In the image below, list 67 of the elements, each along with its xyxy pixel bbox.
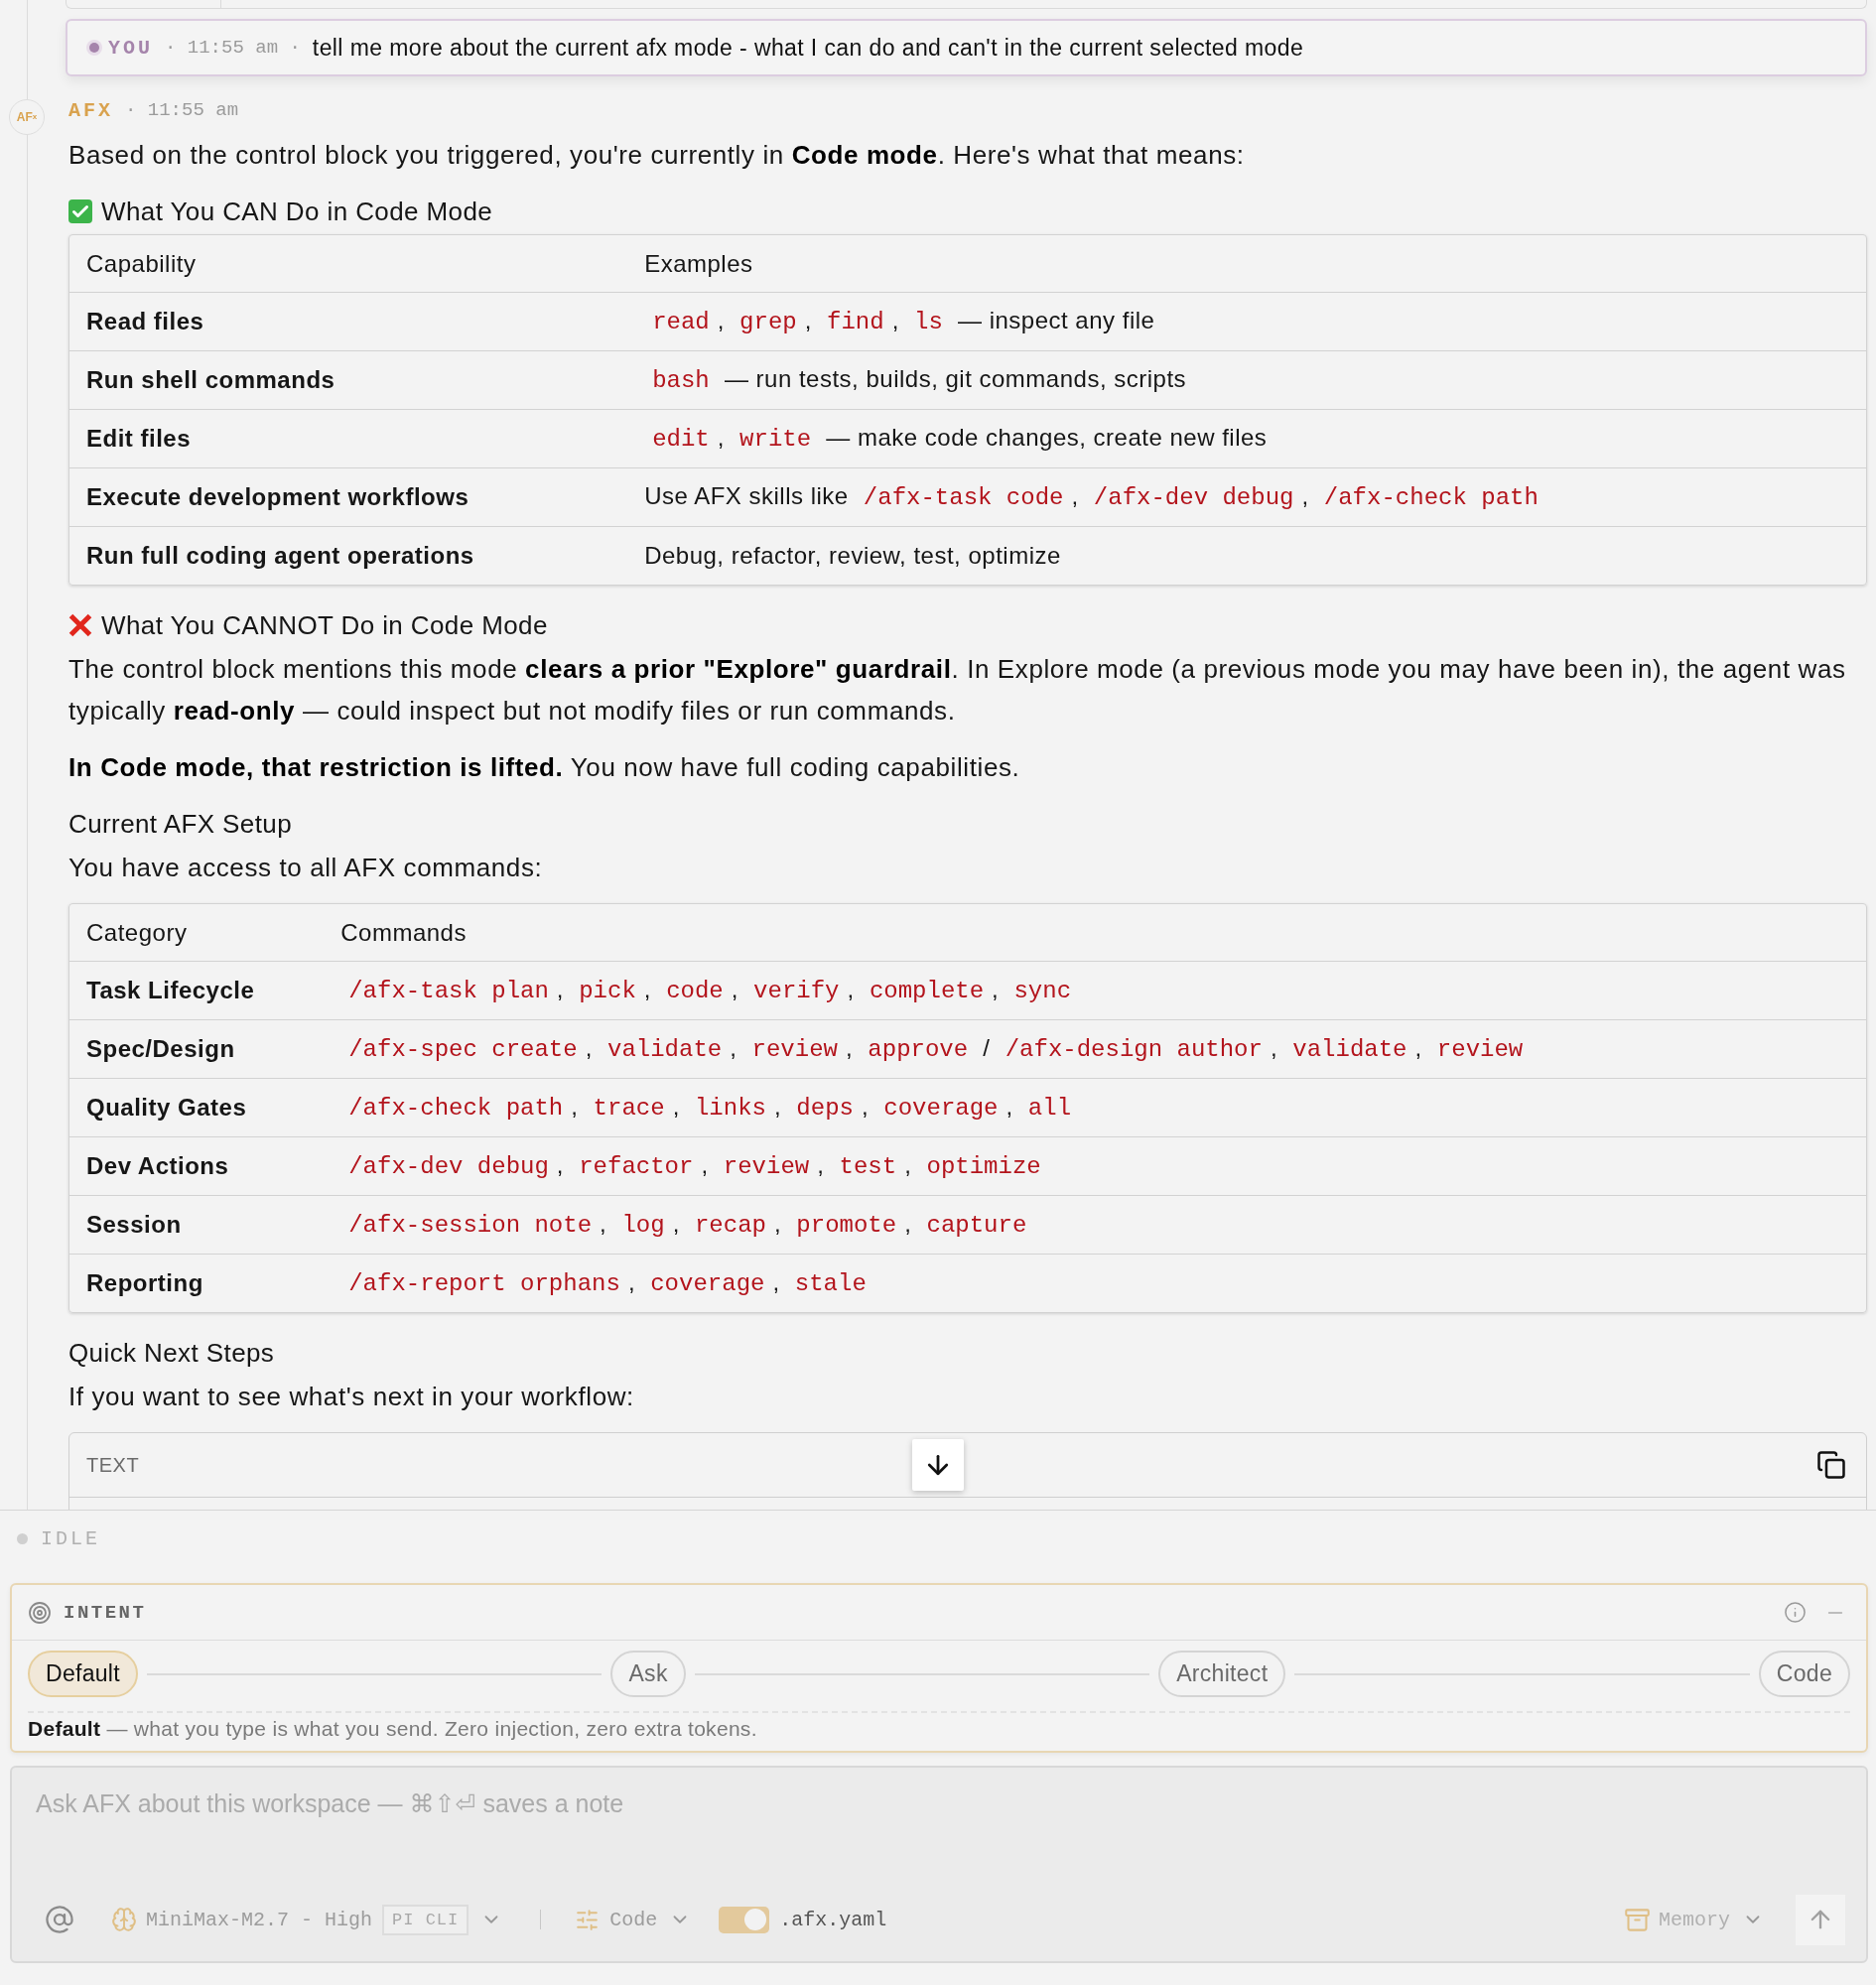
table-cell: Reporting bbox=[69, 1254, 325, 1312]
target-icon bbox=[28, 1600, 52, 1625]
dot-icon bbox=[86, 40, 102, 56]
author-label: AFX bbox=[68, 98, 113, 122]
mode-pill[interactable]: Default bbox=[28, 1651, 138, 1697]
scroll-down-button[interactable] bbox=[912, 1439, 964, 1491]
column-header: Examples bbox=[643, 248, 754, 279]
message-text: You have access to all AFX commands: bbox=[68, 852, 544, 884]
mode-pill[interactable]: Ask bbox=[610, 1651, 686, 1697]
info-icon[interactable] bbox=[1784, 1601, 1807, 1624]
table-cell: /afx-report orphans , coverage , stale bbox=[324, 1254, 1866, 1312]
message-text: Based on the control block you triggered, you're currently in Code mode. Here's what that means: bbox=[68, 139, 1246, 172]
model-badge: PI CLI bbox=[382, 1904, 469, 1935]
table-cell: edit , write — make code changes, create new files bbox=[627, 409, 1866, 467]
table-cell: /afx-check path , trace , links , deps , coverage , all bbox=[324, 1078, 1866, 1136]
section-heading: What You CANNOT Do in Code Mode bbox=[101, 609, 548, 642]
check-icon bbox=[68, 199, 92, 223]
code-language-label: TEXT bbox=[86, 1453, 140, 1477]
table-cell: Session bbox=[69, 1195, 325, 1254]
toggle-switch[interactable] bbox=[719, 1906, 770, 1933]
table-cell: /afx-session note , log , recap , promote , capture bbox=[324, 1195, 1866, 1254]
table-cell: Use AFX skills like /afx-task code , /afx-dev debug , /afx-check path bbox=[627, 467, 1866, 526]
archive-icon bbox=[1624, 1906, 1651, 1933]
section-heading: Current AFX Setup bbox=[68, 808, 293, 841]
table-cell: Edit files bbox=[69, 409, 628, 467]
table-cell: Run shell commands bbox=[69, 350, 628, 409]
message-text: tell me more about the current afx mode - what I can do and can't in the current selected mode bbox=[312, 34, 1304, 62]
send-button[interactable] bbox=[1796, 1894, 1845, 1945]
table-cell: read , grep , find , ls — inspect any file bbox=[627, 292, 1866, 350]
timestamp: · 11:55 am bbox=[125, 99, 239, 121]
message-text: The control block mentions this mode clears a prior "Explore" guardrail. In Explore mode (a previous mode you may have been in), the agent was typically read-only — could inspect but not modify files or run commands. bbox=[68, 653, 1847, 728]
table-cell: Spec/Design bbox=[69, 1019, 325, 1078]
status-label: IDLE bbox=[41, 1526, 100, 1550]
avatar: AF$^{x}$ bbox=[9, 99, 45, 135]
mode-description: Default — what you type is what you send. Zero injection, zero extra tokens. bbox=[28, 1711, 1850, 1751]
table-cell: Debug, refactor, review, test, optimize bbox=[627, 526, 1866, 585]
timestamp: · 11:55 am · bbox=[165, 37, 301, 59]
table-cell: /afx-task plan , pick , code , verify , complete , sync bbox=[324, 961, 1866, 1019]
panel-title: INTENT bbox=[64, 1601, 147, 1624]
table-cell: Execute development workflows bbox=[69, 467, 628, 526]
table-cell: /afx-spec create , validate , review , approve / /afx-design author , validate , review bbox=[324, 1019, 1866, 1078]
table-cell: Read files bbox=[69, 292, 628, 350]
message-text: In Code mode, that restriction is lifted. You now have full coding capabilities. bbox=[68, 751, 1021, 784]
mention-icon[interactable] bbox=[45, 1905, 74, 1934]
config-file-label: .afx.yaml bbox=[779, 1908, 887, 1931]
message-input[interactable]: Ask AFX about this workspace — ⌘⇧⏎ saves a note bbox=[12, 1768, 1866, 1894]
sliders-icon bbox=[575, 1907, 601, 1932]
table-cell: Task Lifecycle bbox=[69, 961, 325, 1019]
section-heading: Quick Next Steps bbox=[68, 1337, 275, 1370]
table-cell: /afx-dev debug , refactor , review , test , optimize bbox=[324, 1136, 1866, 1195]
mode-pill[interactable]: Code bbox=[1758, 1651, 1850, 1697]
status-dot-icon bbox=[17, 1532, 28, 1544]
table-cell: Quality Gates bbox=[69, 1078, 325, 1136]
column-header: Category bbox=[85, 917, 189, 948]
table-cell: Run full coding agent operations bbox=[69, 526, 628, 585]
message-text: If you want to see what's next in your workflow: bbox=[68, 1381, 635, 1413]
mode-pill[interactable]: Architect bbox=[1158, 1651, 1286, 1697]
author-label: YOU bbox=[108, 36, 153, 60]
cross-icon bbox=[68, 613, 92, 637]
table-cell: bash — run tests, builds, git commands, scripts bbox=[627, 350, 1866, 409]
copy-icon[interactable] bbox=[1816, 1450, 1846, 1480]
table-cell: Dev Actions bbox=[69, 1136, 325, 1195]
column-header: Commands bbox=[339, 917, 468, 948]
brain-icon bbox=[111, 1907, 137, 1932]
section-heading: What You CAN Do in Code Mode bbox=[101, 196, 493, 228]
composer-field[interactable]: Ask AFX about this workspace — ⌘⇧⏎ saves a note MiniMax-M2.7 - High PI CLI Code .afx.yaml Memory bbox=[10, 1766, 1868, 1963]
column-header: Capability bbox=[85, 248, 198, 279]
